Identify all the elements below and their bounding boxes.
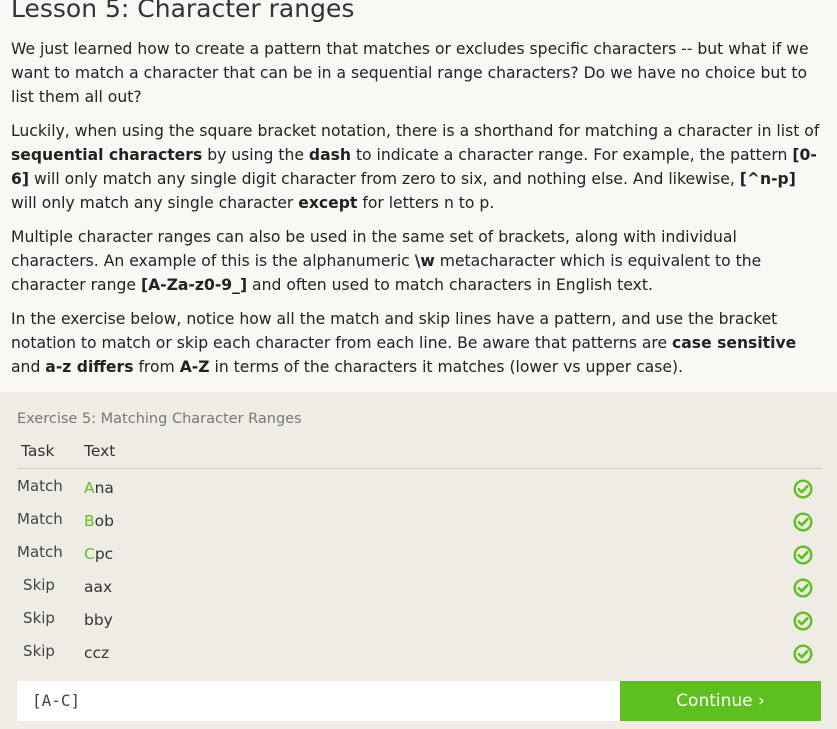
lesson-paragraph-3: Multiple character ranges can also be us…	[11, 225, 826, 297]
text-segment: and	[11, 358, 46, 376]
row-task: Skip	[23, 576, 55, 594]
bold-term: [A-Za-z0-9_]	[140, 276, 248, 294]
lesson-title: Lesson 5: Character ranges	[11, 0, 355, 23]
lesson-content: Lesson 5: Character ranges We just learn…	[0, 0, 837, 379]
regex-input[interactable]	[17, 681, 620, 721]
text-segment: In the exercise below, notice how all th…	[11, 310, 778, 352]
matched-char: A	[84, 479, 95, 497]
table-row: Match Ana	[17, 477, 822, 510]
row-task: Match	[17, 510, 63, 528]
answer-bar: Continue ›	[17, 681, 821, 721]
text-segment: to indicate a character range. For examp…	[350, 146, 793, 164]
check-icon	[793, 644, 813, 664]
bold-term: except	[298, 194, 358, 212]
row-text: Cpc	[84, 545, 113, 563]
row-text-rest: aax	[84, 578, 113, 596]
table-row: Match Bob	[17, 510, 822, 543]
row-text-rest: ob	[94, 512, 114, 530]
text-segment: will only match any single digit charact…	[28, 170, 740, 188]
bold-term: [^n-p]	[739, 170, 796, 188]
check-icon	[793, 611, 813, 631]
exercise-panel: Exercise 5: Matching Character Ranges Ta…	[0, 392, 837, 729]
check-icon	[793, 512, 813, 532]
lesson-paragraph-1: We just learned how to create a pattern …	[11, 40, 809, 106]
row-text-rest: ccz	[84, 644, 110, 662]
matched-char: C	[84, 545, 95, 563]
text-segment: by using the	[202, 146, 309, 164]
bold-term: case sensitive	[672, 334, 797, 352]
header-task: Task	[21, 442, 55, 460]
text-segment: in terms of the characters it matches (l…	[209, 358, 684, 376]
row-text: Ana	[84, 479, 114, 497]
bold-term: sequential characters	[11, 146, 203, 164]
row-text: Bob	[84, 512, 114, 530]
lesson-paragraph-4: In the exercise below, notice how all th…	[11, 307, 826, 379]
row-task: Match	[17, 477, 63, 495]
exercise-table-header: Task Text	[17, 442, 822, 469]
bold-term: \w	[414, 252, 435, 270]
row-text: aax	[84, 578, 112, 596]
table-row: Skip ccz	[17, 642, 822, 675]
continue-button[interactable]: Continue ›	[620, 681, 821, 721]
row-text-rest: bby	[84, 611, 113, 629]
lesson-paragraph-2: Luckily, when using the square bracket n…	[11, 119, 826, 215]
table-row: Skip bby	[17, 609, 822, 642]
bold-term: dash	[308, 146, 351, 164]
row-text-rest: pc	[94, 545, 114, 563]
text-segment: for letters n to p.	[357, 194, 495, 212]
table-row: Skip aax	[17, 576, 822, 609]
text-segment: Luckily, when using the square bracket n…	[11, 122, 820, 140]
row-text: bby	[84, 611, 113, 629]
text-segment: will only match any single character	[11, 194, 299, 212]
check-icon	[793, 479, 813, 499]
row-task: Skip	[23, 642, 55, 660]
bold-term: A-Z	[179, 358, 210, 376]
table-row: Match Cpc	[17, 543, 822, 576]
row-task: Match	[17, 543, 63, 561]
row-text-rest: na	[94, 479, 114, 497]
row-text: ccz	[84, 644, 109, 662]
header-text: Text	[84, 442, 116, 460]
text-segment: from	[133, 358, 180, 376]
row-task: Skip	[23, 609, 55, 627]
check-icon	[793, 578, 813, 598]
matched-char: B	[84, 512, 95, 530]
text-segment: and often used to match characters in En…	[247, 276, 653, 294]
exercise-title: Exercise 5: Matching Character Ranges	[17, 411, 302, 427]
bold-term: a-z differs	[45, 358, 134, 376]
check-icon	[793, 545, 813, 565]
